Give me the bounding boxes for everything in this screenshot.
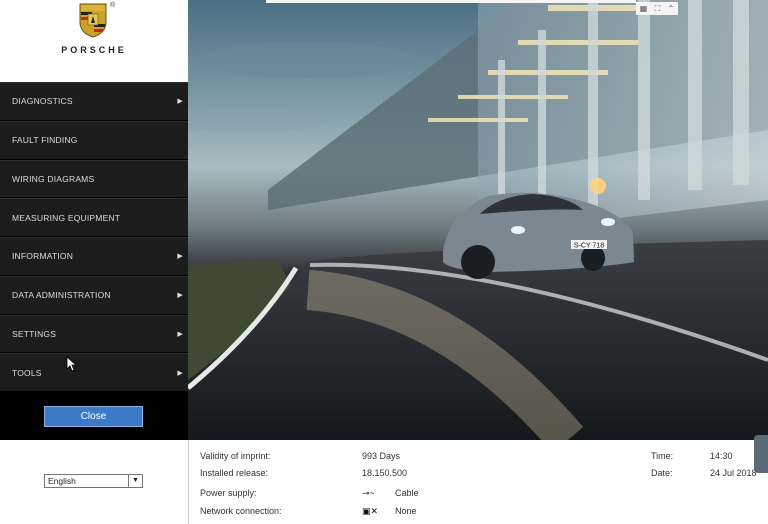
menu-item-label: DIAGNOSTICS bbox=[12, 96, 73, 107]
menu-item-label: TOOLS bbox=[12, 367, 42, 378]
menu-item-label: SETTINGS bbox=[12, 328, 57, 339]
menu-item-label: DATA ADMINISTRATION bbox=[12, 290, 111, 301]
menu-item-tools[interactable]: TOOLS ▶ bbox=[0, 353, 188, 392]
side-tab[interactable] bbox=[754, 435, 768, 473]
menu-item-diagnostics[interactable]: DIAGNOSTICS ▶ bbox=[0, 82, 188, 121]
validity-value: 993 Days bbox=[362, 451, 401, 461]
menu-item-label: INFORMATION bbox=[12, 251, 74, 262]
menu-item-label: MEASURING EQUIPMENT bbox=[12, 212, 121, 223]
menu-item-label: WIRING DIAGRAMS bbox=[12, 173, 95, 184]
menu-item-data-administration[interactable]: DATA ADMINISTRATION ▶ bbox=[0, 275, 188, 315]
date-value: 24 Jul 2018 bbox=[710, 468, 757, 478]
chevron-up-icon[interactable]: ⌃ bbox=[668, 4, 675, 13]
hero-scene: S-CY 718 bbox=[188, 0, 768, 440]
cable-plug-icon: ⊸~ bbox=[362, 488, 375, 498]
registered-mark: ® bbox=[110, 2, 116, 9]
menu-item-wiring-diagrams[interactable]: WIRING DIAGRAMS bbox=[0, 159, 188, 199]
close-button[interactable]: Close bbox=[44, 406, 143, 427]
chevron-right-icon: ▶ bbox=[177, 253, 183, 261]
chevron-right-icon: ▶ bbox=[177, 330, 183, 338]
porsche-crest-logo bbox=[79, 3, 107, 38]
date-label: Date: bbox=[651, 468, 673, 478]
language-selected: English bbox=[48, 476, 76, 486]
grid-icon[interactable]: ▦ bbox=[640, 4, 648, 13]
release-label: Installed release: bbox=[200, 468, 269, 478]
language-select[interactable]: English ▼ bbox=[44, 474, 143, 488]
hero-image: S-CY 718 ▦ ⛶ ⌃ bbox=[188, 0, 768, 440]
validity-label: Validity of imprint: bbox=[200, 451, 271, 461]
menu-item-label: FAULT FINDING bbox=[12, 135, 78, 146]
close-area: Close bbox=[0, 392, 188, 440]
menu-item-fault-finding[interactable]: FAULT FINDING bbox=[0, 120, 188, 160]
main-menu: DIAGNOSTICS ▶ FAULT FINDING WIRING DIAGR… bbox=[0, 82, 188, 392]
chevron-right-icon: ▶ bbox=[177, 292, 183, 300]
top-strip bbox=[266, 0, 636, 3]
release-value: 18.150.500 bbox=[362, 468, 408, 478]
network-value: None bbox=[395, 506, 417, 516]
language-panel: English ▼ bbox=[0, 440, 188, 524]
menu-item-measuring-equipment[interactable]: MEASURING EQUIPMENT bbox=[0, 198, 188, 237]
logo-panel: ® PORSCHE bbox=[0, 0, 188, 82]
status-panel: Validity of imprint: 993 Days Installed … bbox=[189, 440, 768, 524]
power-value: Cable bbox=[395, 488, 419, 498]
power-label: Power supply: bbox=[200, 488, 257, 498]
network-label: Network connection: bbox=[200, 506, 282, 516]
mouse-pointer-icon bbox=[66, 356, 76, 372]
license-plate: S-CY 718 bbox=[574, 243, 604, 250]
brand-wordmark: PORSCHE bbox=[61, 45, 127, 55]
chevron-right-icon: ▶ bbox=[177, 369, 183, 377]
chevron-right-icon: ▶ bbox=[177, 98, 183, 106]
chevron-down-icon[interactable]: ▼ bbox=[128, 475, 142, 487]
menu-item-settings[interactable]: SETTINGS ▶ bbox=[0, 314, 188, 354]
fullscreen-icon[interactable]: ⛶ bbox=[655, 4, 661, 14]
time-label: Time: bbox=[651, 451, 674, 461]
menu-item-information[interactable]: INFORMATION ▶ bbox=[0, 237, 188, 276]
time-value: 14:30 bbox=[710, 451, 733, 461]
window-controls: ▦ ⛶ ⌃ bbox=[636, 2, 678, 15]
network-disconnected-icon: ▣✕ bbox=[362, 506, 379, 516]
